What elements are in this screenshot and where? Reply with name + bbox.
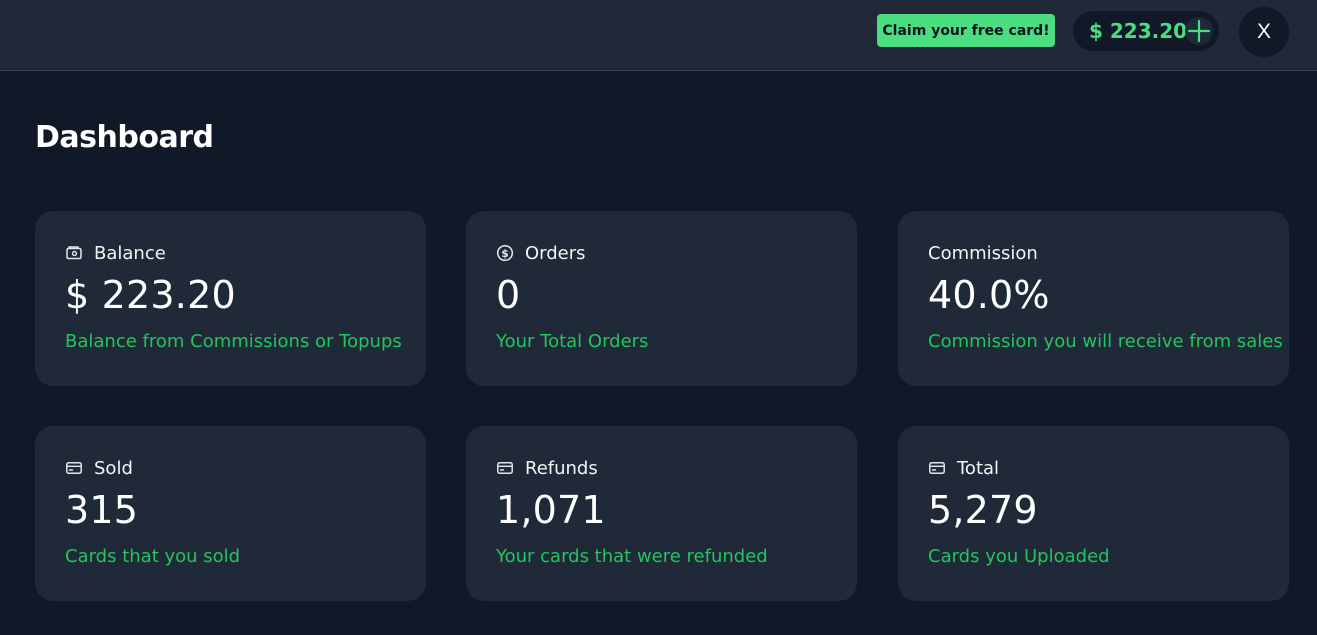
card-description: Cards that you sold — [65, 546, 241, 567]
total-card: Total 5,279 Cards you Uploaded — [898, 426, 1289, 601]
avatar-initial: X — [1256, 20, 1271, 43]
balance-card: Balance $ 223.20 Balance from Commission… — [35, 211, 426, 386]
page-title: Dashboard — [35, 120, 214, 155]
credit-card-icon — [65, 459, 83, 477]
dollar-circle-icon: $ — [496, 244, 514, 262]
card-value: 0 — [496, 273, 521, 317]
card-value: $ 223.20 — [65, 273, 236, 317]
orders-card: $ Orders 0 Your Total Orders — [466, 211, 857, 386]
user-menu-button[interactable]: X — [1239, 7, 1289, 57]
card-value: 5,279 — [928, 488, 1038, 532]
header-balance-amount: $ 223.20 — [1089, 19, 1188, 43]
credit-card-icon — [496, 459, 514, 477]
card-description: Your cards that were refunded — [496, 546, 768, 567]
claim-free-card-button[interactable]: Claim your free card! — [877, 14, 1055, 47]
svg-text:$: $ — [501, 248, 508, 260]
sold-card: Sold 315 Cards that you sold — [35, 426, 426, 601]
commission-card: Commission 40.0% Commission you will rec… — [898, 211, 1289, 386]
refunds-card: Refunds 1,071 Your cards that were refun… — [466, 426, 857, 601]
card-label: Refunds — [525, 457, 598, 479]
card-value: 315 — [65, 488, 139, 532]
card-label: Orders — [525, 242, 586, 264]
card-value: 40.0% — [928, 273, 1050, 317]
card-label: Balance — [94, 242, 166, 264]
card-label: Sold — [94, 457, 133, 479]
card-description: Balance from Commissions or Topups — [65, 331, 402, 352]
wallet-icon — [65, 244, 83, 262]
card-description: Cards you Uploaded — [928, 546, 1110, 567]
card-label: Total — [957, 457, 1000, 479]
credit-card-icon — [928, 459, 946, 477]
balance-pill: $ 223.20 — [1073, 11, 1219, 51]
plus-icon — [1187, 19, 1211, 43]
card-label: Commission — [928, 242, 1038, 264]
card-value: 1,071 — [496, 488, 606, 532]
card-description: Commission you will receive from sales — [928, 331, 1283, 352]
top-bar: Claim your free card! $ 223.20 X — [0, 0, 1317, 71]
card-description: Your Total Orders — [496, 331, 649, 352]
add-funds-button[interactable] — [1185, 17, 1213, 45]
